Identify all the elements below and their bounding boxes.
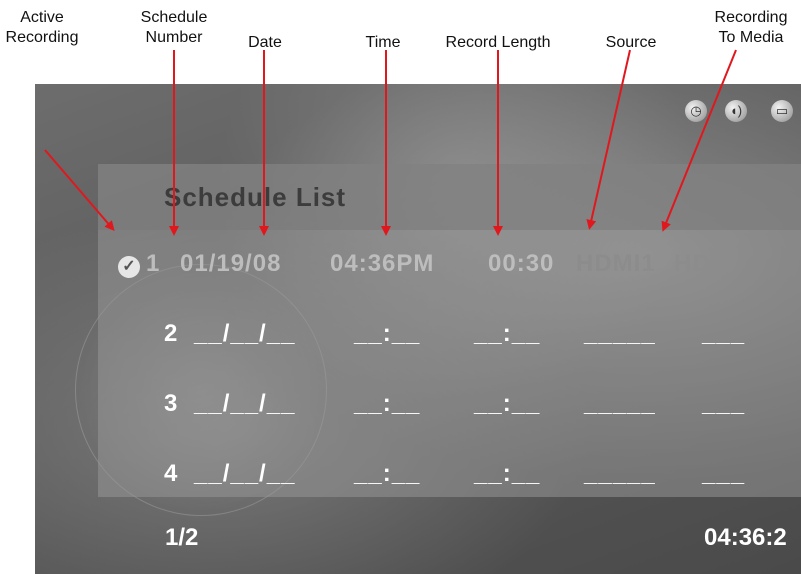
callout-arrows [44,49,737,236]
arrow-active-recording [44,149,115,232]
arrow-recording-to-media [661,49,737,232]
arrow-source [586,49,631,230]
